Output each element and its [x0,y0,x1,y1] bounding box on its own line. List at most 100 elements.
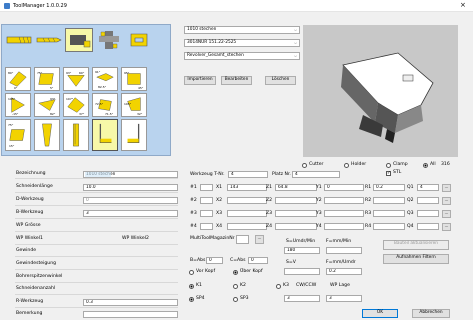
q1-more-button[interactable]: ... [442,184,451,192]
tile-angle-a: 75° [37,71,43,75]
b-werkzeug-input[interactable]: 3 [83,210,178,217]
r3-input[interactable] [373,210,405,217]
z1-input[interactable]: 64.8 [275,184,317,191]
q3-more-button[interactable]: ... [442,210,451,218]
k2-radio[interactable] [233,284,238,289]
gewindesteigung-label: Gewindesteigung [16,261,57,266]
platz-nr-input[interactable]: 4 [292,171,340,178]
palette-tile-turning-holder[interactable] [65,28,93,52]
palette-tile-multi-tool[interactable] [95,28,123,52]
vor-kopf-radio[interactable] [189,270,194,275]
sp3-radio[interactable] [233,297,238,302]
multi-tool-input[interactable] [236,235,249,244]
x1-input[interactable]: 143 [227,184,267,191]
y2-input[interactable] [324,197,364,204]
r2-input[interactable] [373,197,405,204]
stl-checkbox[interactable]: ✓ [386,171,391,176]
ok-button[interactable]: OK [362,309,398,318]
k3-radio[interactable] [276,284,281,289]
tool-select[interactable]: 1010 stechen ⌵ [184,26,300,34]
palette-tile-thread[interactable] [34,119,60,151]
palette-tile-72-71[interactable]: 72.5° 71.5° [92,93,118,117]
z4-input[interactable] [275,223,317,230]
palette-tile-93-82[interactable]: 93° 82° [34,93,60,117]
all-radio[interactable] [423,163,428,168]
palette-tile-back-groove[interactable] [121,119,147,151]
q4-more-button[interactable]: ... [442,223,451,231]
sv-input[interactable] [284,268,320,275]
import-button[interactable]: Importieren [184,76,216,85]
x3-input[interactable] [227,210,267,217]
multi-tool-icon [99,31,119,49]
x1-label: X1 [216,185,223,190]
palette-tile-drill[interactable] [35,28,63,52]
z2-input[interactable] [275,197,317,204]
r4-input[interactable] [373,223,405,230]
offset-field[interactable] [200,223,213,230]
d-werkzeug-input[interactable]: 0 [83,197,178,204]
filter-button[interactable]: Aufnahmen Filtern [383,254,449,264]
palette-tile-95-45[interactable]: 95° 45° [121,67,147,91]
s-input[interactable]: 180 [284,247,320,254]
k1-radio[interactable] [189,284,194,289]
palette-tile-parting-selected[interactable] [92,119,118,151]
palette-tile-91-82[interactable]: 91° 82.5° [92,67,118,91]
cutter-radio[interactable] [302,163,307,168]
delete-button[interactable]: Löschen [265,76,296,85]
q2-input[interactable] [417,197,439,204]
z2-label: Z2 [266,198,273,203]
palette-tile-groove[interactable] [63,119,89,151]
schneidenlaenge-input[interactable]: 10.0 [83,184,178,191]
offset-row-label: #2 [190,198,197,203]
x2-input[interactable] [227,197,267,204]
multi-tool-more-button[interactable]: ... [255,235,264,244]
tool-3d-preview[interactable] [303,25,458,157]
tile-angle-b: 82° [50,112,56,116]
q2-more-button[interactable]: ... [442,197,451,205]
k3-label: K3 [283,283,289,288]
x4-input[interactable] [227,223,267,230]
palette-tile-80-0[interactable]: 80° 0° [5,67,31,91]
fu-input[interactable]: 0.2 [326,268,362,275]
cw-ccw-input[interactable]: 3 [284,295,320,302]
babs-input[interactable]: 0 [206,257,223,264]
holder-label: Holder [351,162,367,167]
palette-tile-93-60[interactable]: 93° 60° [63,67,89,91]
palette-tile-yellow-insert[interactable] [125,28,153,52]
f-input[interactable] [326,247,362,254]
cancel-button[interactable]: Abbrechen [412,309,450,318]
y3-input[interactable] [324,210,364,217]
palette-tile-75-5[interactable]: 75° 5° [34,67,60,91]
q4-input[interactable] [417,223,439,230]
ueber-kopf-radio[interactable] [233,270,238,275]
offset-field[interactable] [200,197,213,204]
q3-input[interactable] [417,210,439,217]
palette-tile-75-15[interactable]: 75° 15° [5,119,31,151]
wp-lage-input[interactable]: 3 [326,295,362,302]
werkzeug-nr-input[interactable]: 4 [228,171,268,178]
sp4-radio[interactable] [189,297,194,302]
calc-tools-button[interactable]: Bauteil aktualisieren [383,240,449,250]
z3-input[interactable] [275,210,317,217]
offset-field[interactable] [200,184,213,191]
magazine-select[interactable]: Revolver_Gesamt_stechen ⌵ [184,52,300,60]
sp4-label: SP4 [196,296,205,301]
holder-radio[interactable] [344,163,349,168]
palette-tile-105-32[interactable]: 105° 32° [121,93,147,117]
bemerkung-input[interactable] [83,311,178,318]
r1-input[interactable]: 0.2 [373,184,405,191]
q1-input[interactable]: 4 [417,184,439,191]
close-icon[interactable]: × [460,2,466,9]
cabs-input[interactable]: 0 [248,257,268,264]
holder-select[interactable]: 3014NUR 151.22-2525 ⌵ [184,39,300,47]
offset-field[interactable] [200,210,213,217]
y4-input[interactable] [324,223,364,230]
palette-tile-107-37[interactable]: 107° 37° [63,93,89,117]
clamp-radio[interactable] [386,163,391,168]
palette-tile-105-m15[interactable]: 105° -15° [5,93,31,117]
r-werkzeug-input[interactable]: 0.3 [83,299,178,306]
y1-input[interactable]: 0 [324,184,364,191]
palette-tile-endmill[interactable] [5,28,33,52]
edit-button[interactable]: Bearbeiten [221,76,252,85]
r4-label: R4 [365,224,372,229]
